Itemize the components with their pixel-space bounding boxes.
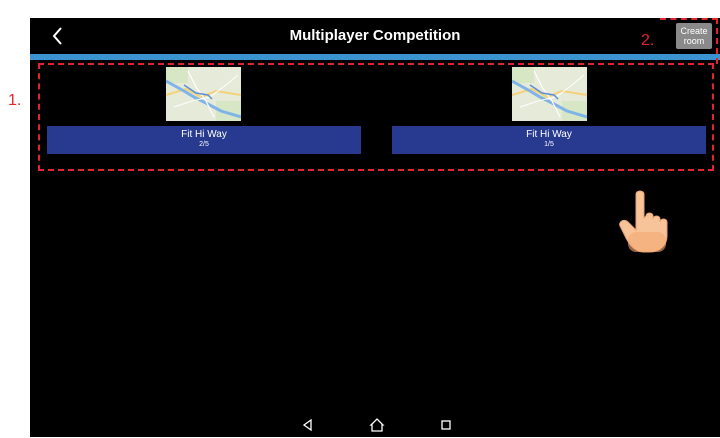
page-title: Multiplayer Competition (289, 27, 461, 44)
square-recent-icon (441, 420, 451, 430)
annotation-box-rooms (38, 63, 714, 171)
accent-bar (30, 54, 720, 60)
nav-recent-button[interactable] (438, 417, 454, 433)
nav-back-button[interactable] (300, 417, 316, 433)
triangle-back-icon (302, 418, 312, 432)
nav-home-button[interactable] (369, 417, 385, 433)
annotation-box-create (660, 18, 718, 64)
top-bar: Multiplayer Competition Create room (30, 18, 720, 54)
annotation-label-2: 2. (641, 32, 655, 49)
annotation-label-1: 1. (8, 92, 22, 109)
home-icon (369, 418, 385, 432)
hand-pointer-icon (618, 188, 680, 254)
android-nav-bar (30, 415, 720, 437)
